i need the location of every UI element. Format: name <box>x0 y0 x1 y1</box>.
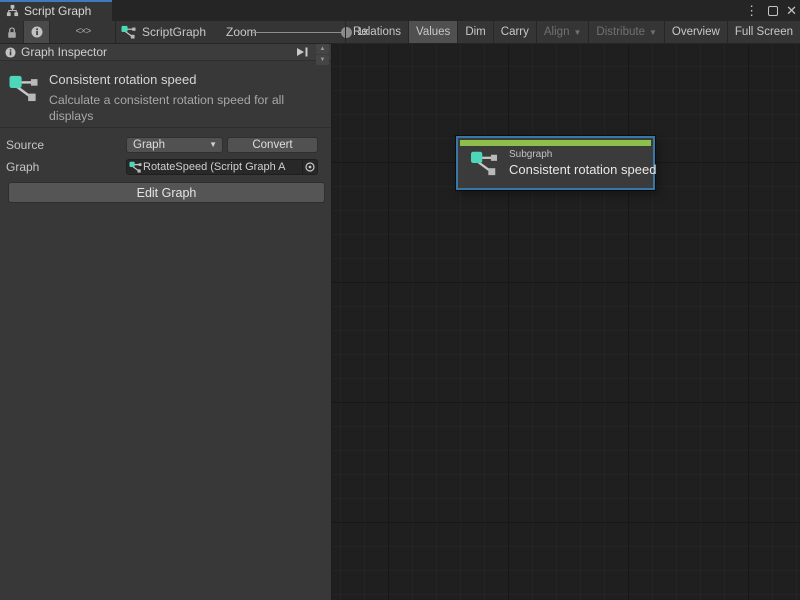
node-body: Subgraph Consistent rotation speed <box>458 146 653 177</box>
close-icon[interactable]: ✕ <box>786 3 797 19</box>
graph-window-icon <box>6 4 19 17</box>
tab-script-graph[interactable]: Script Graph <box>0 0 112 21</box>
subgraph-icon <box>121 25 136 39</box>
toolbar-button-relations[interactable]: Relations <box>345 21 408 43</box>
graph-description: Calculate a consistent rotation speed fo… <box>49 93 313 125</box>
subgraph-node[interactable]: Subgraph Consistent rotation speed <box>456 136 655 190</box>
toolbar-button-carry[interactable]: Carry <box>493 21 536 43</box>
source-label: Source <box>6 137 44 153</box>
toolbar-button-distribute[interactable]: Distribute▼ <box>588 21 664 43</box>
window-controls: ⋮ ✕ <box>743 0 797 21</box>
toolbar-button-full-screen[interactable]: Full Screen <box>727 21 800 43</box>
graph-object-value: RotateSpeed (Script Graph A <box>143 161 302 173</box>
subgraph-icon <box>8 74 39 102</box>
breadcrumb-label: ScriptGraph <box>142 25 206 39</box>
graph-title: Consistent rotation speed <box>49 72 313 87</box>
scroll-up-icon[interactable]: ▲ <box>316 44 329 54</box>
code-icon: <×> <box>75 27 90 38</box>
graph-object-field[interactable]: RotateSpeed (Script Graph A <box>126 159 318 175</box>
graph-row: Graph RotateSpeed (Script Graph A <box>0 159 331 175</box>
chevron-down-icon: ▼ <box>209 138 217 152</box>
source-row: Source Graph ▼ Convert <box>0 137 331 153</box>
toolbar-toggle-group: Relations Values Dim Carry Align▼ Distri… <box>345 21 800 43</box>
graph-inspector-toggle-button[interactable] <box>23 21 50 43</box>
toolbar-button-align[interactable]: Align▼ <box>536 21 589 43</box>
window-menu-icon[interactable]: ⋮ <box>743 0 760 21</box>
node-title: Consistent rotation speed <box>509 162 656 177</box>
graph-summary: Consistent rotation speed Calculate a co… <box>0 61 331 128</box>
toolbar-button-values[interactable]: Values <box>408 21 457 43</box>
graph-toolbar: <×> ScriptGraph Zoom 1x Relations Values… <box>0 21 800 44</box>
source-dropdown[interactable]: Graph ▼ <box>126 137 223 153</box>
toolbar-button-dim[interactable]: Dim <box>457 21 492 43</box>
dock-panel-icon[interactable] <box>295 46 309 58</box>
subgraph-icon <box>129 161 142 173</box>
graph-canvas[interactable]: Subgraph Consistent rotation speed <box>332 44 800 600</box>
graph-inspector-header: Graph Inspector <box>0 44 331 61</box>
node-kind-label: Subgraph <box>509 149 656 160</box>
info-icon <box>5 47 16 58</box>
lock-icon <box>6 26 18 39</box>
graph-field-label: Graph <box>6 159 39 175</box>
toolbar-button-overview[interactable]: Overview <box>664 21 727 43</box>
code-view-button[interactable]: <×> <box>66 21 100 43</box>
convert-button[interactable]: Convert <box>227 137 318 153</box>
chevron-down-icon: ▼ <box>573 28 581 37</box>
subgraph-icon <box>470 150 498 176</box>
script-graph-window: Script Graph ⋮ ✕ <box>0 0 800 600</box>
object-picker-icon[interactable] <box>302 160 317 174</box>
breadcrumb[interactable]: ScriptGraph <box>121 21 206 43</box>
toolbar-separator <box>115 21 116 43</box>
graph-inspector-panel: Graph Inspector ▲ ▼ <box>0 44 332 600</box>
chevron-down-icon: ▼ <box>649 28 657 37</box>
edit-graph-button[interactable]: Edit Graph <box>8 182 325 203</box>
zoom-slider-track[interactable] <box>253 32 350 33</box>
lock-button[interactable] <box>2 21 22 43</box>
maximize-icon[interactable] <box>768 6 778 16</box>
tab-title: Script Graph <box>24 4 91 18</box>
info-icon <box>31 26 43 38</box>
graph-inspector-title: Graph Inspector <box>21 45 290 59</box>
tab-bar: Script Graph ⋮ ✕ <box>0 0 800 21</box>
